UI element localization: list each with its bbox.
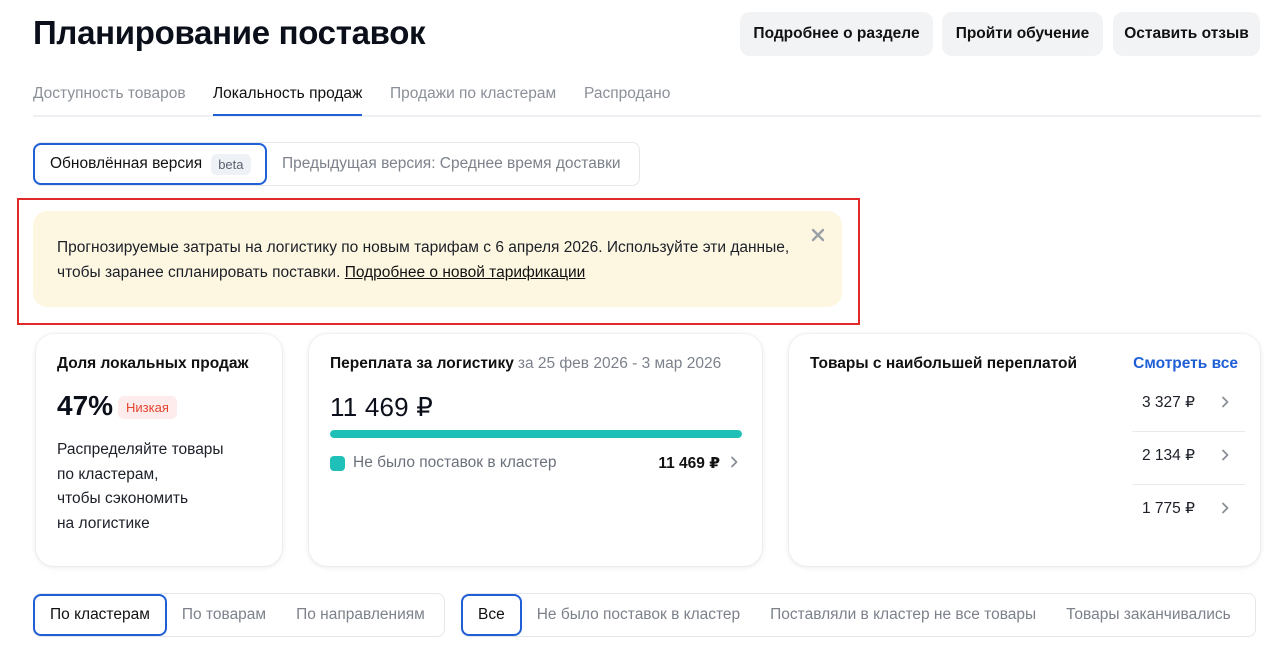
- description-line: по кластерам,: [57, 465, 159, 483]
- legend-color-swatch: [330, 455, 345, 471]
- product-overpayment: 2 134 ₽: [1142, 447, 1195, 464]
- overpayment-title: Переплата за логистику за 25 фев 2026 - 3…: [330, 355, 721, 373]
- overpayment-breakdown-row[interactable]: Не было поставок в кластер 11 469 ₽: [330, 452, 742, 474]
- close-icon[interactable]: [808, 225, 828, 245]
- local-share-title: Доля локальных продаж: [57, 355, 249, 372]
- local-share-card: Доля локальных продаж 47% Низкая Распред…: [36, 334, 282, 566]
- chevron-right-icon: [1222, 396, 1229, 408]
- take-training-button[interactable]: Пройти обучение: [942, 12, 1103, 56]
- chevron-right-icon: [1222, 502, 1229, 514]
- new-version-option[interactable]: Обновлённая версия beta: [33, 143, 267, 185]
- description-line: чтобы сэкономить: [57, 490, 189, 507]
- page-title: Планирование поставок: [33, 14, 426, 51]
- filter-partial-supplies[interactable]: Поставляли в кластер не все товары: [755, 594, 1051, 636]
- filter-no-supplies[interactable]: Не было поставок в кластер: [522, 594, 755, 636]
- previous-version-option[interactable]: Предыдущая версия: Среднее время доставк…: [267, 143, 636, 185]
- view-by-directions[interactable]: По направлениям: [281, 594, 440, 636]
- list-item[interactable]: 3 327 ₽: [1132, 380, 1245, 432]
- description-line: Распределяйте товары: [57, 441, 224, 458]
- local-share-percent: 47%: [57, 390, 114, 421]
- product-overpayment: 1 775 ₽: [1142, 500, 1195, 517]
- chevron-right-icon: [731, 456, 738, 468]
- filter-switch: Все Не было поставок в кластер Поставлял…: [461, 593, 1256, 637]
- tab-sales-by-cluster[interactable]: Продажи по кластерам: [390, 85, 556, 116]
- description-line: на логистике: [57, 514, 150, 532]
- notice-text: Прогнозируемые затраты на логистику по н…: [57, 235, 817, 285]
- new-tariff-link[interactable]: Подробнее о новой тарификации: [345, 264, 586, 281]
- product-overpayment: 3 327 ₽: [1142, 394, 1195, 411]
- view-mode-switch: По кластерам По товарам По направлениям: [33, 593, 445, 637]
- section-tabs: Доступность товаров Локальность продаж П…: [33, 84, 1261, 117]
- list-item[interactable]: 1 775 ₽: [1132, 486, 1245, 538]
- see-all-link[interactable]: Смотреть все: [1133, 355, 1238, 373]
- about-section-button[interactable]: Подробнее о разделе: [740, 12, 933, 56]
- status-badge: Низкая: [118, 396, 177, 419]
- list-item[interactable]: 2 134 ₽: [1132, 433, 1245, 485]
- overpayment-card: Переплата за логистику за 25 фев 2026 - 3…: [309, 334, 762, 566]
- view-by-products[interactable]: По товарам: [167, 594, 281, 636]
- legend-value: 11 469 ₽: [658, 454, 720, 472]
- leave-feedback-button[interactable]: Оставить отзыв: [1113, 12, 1260, 56]
- chevron-right-icon: [1222, 449, 1229, 461]
- view-by-clusters[interactable]: По кластерам: [33, 594, 167, 636]
- top-overpayment-title: Товары с наибольшей переплатой: [810, 355, 1078, 372]
- beta-badge: beta: [211, 153, 251, 175]
- version-switch: Обновлённая версия beta Предыдущая верси…: [33, 142, 640, 186]
- tariff-notice: Прогнозируемые затраты на логистику по н…: [33, 211, 842, 307]
- filter-all[interactable]: Все: [461, 594, 522, 636]
- new-version-label: Обновлённая версия: [50, 155, 203, 172]
- local-share-description: Распределяйте товары по кластерам, чтобы…: [57, 438, 257, 536]
- overpayment-amount: 11 469 ₽: [330, 392, 433, 422]
- top-overpayment-card: Товары с наибольшей переплатой Смотреть …: [789, 334, 1260, 566]
- overpayment-progress-fill: [330, 430, 742, 438]
- filter-ran-out[interactable]: Товары заканчивались: [1051, 594, 1246, 636]
- legend-label: Не было поставок в кластер: [353, 454, 557, 471]
- overpayment-progress: [330, 430, 742, 438]
- overpayment-period: за 25 фев 2026 - 3 мар 2026: [517, 355, 722, 372]
- tab-sold-out[interactable]: Распродано: [584, 85, 670, 116]
- tab-sales-locality[interactable]: Локальность продаж: [213, 85, 363, 116]
- tab-product-availability[interactable]: Доступность товаров: [33, 85, 186, 116]
- overpayment-title-text: Переплата за логистику: [330, 355, 514, 372]
